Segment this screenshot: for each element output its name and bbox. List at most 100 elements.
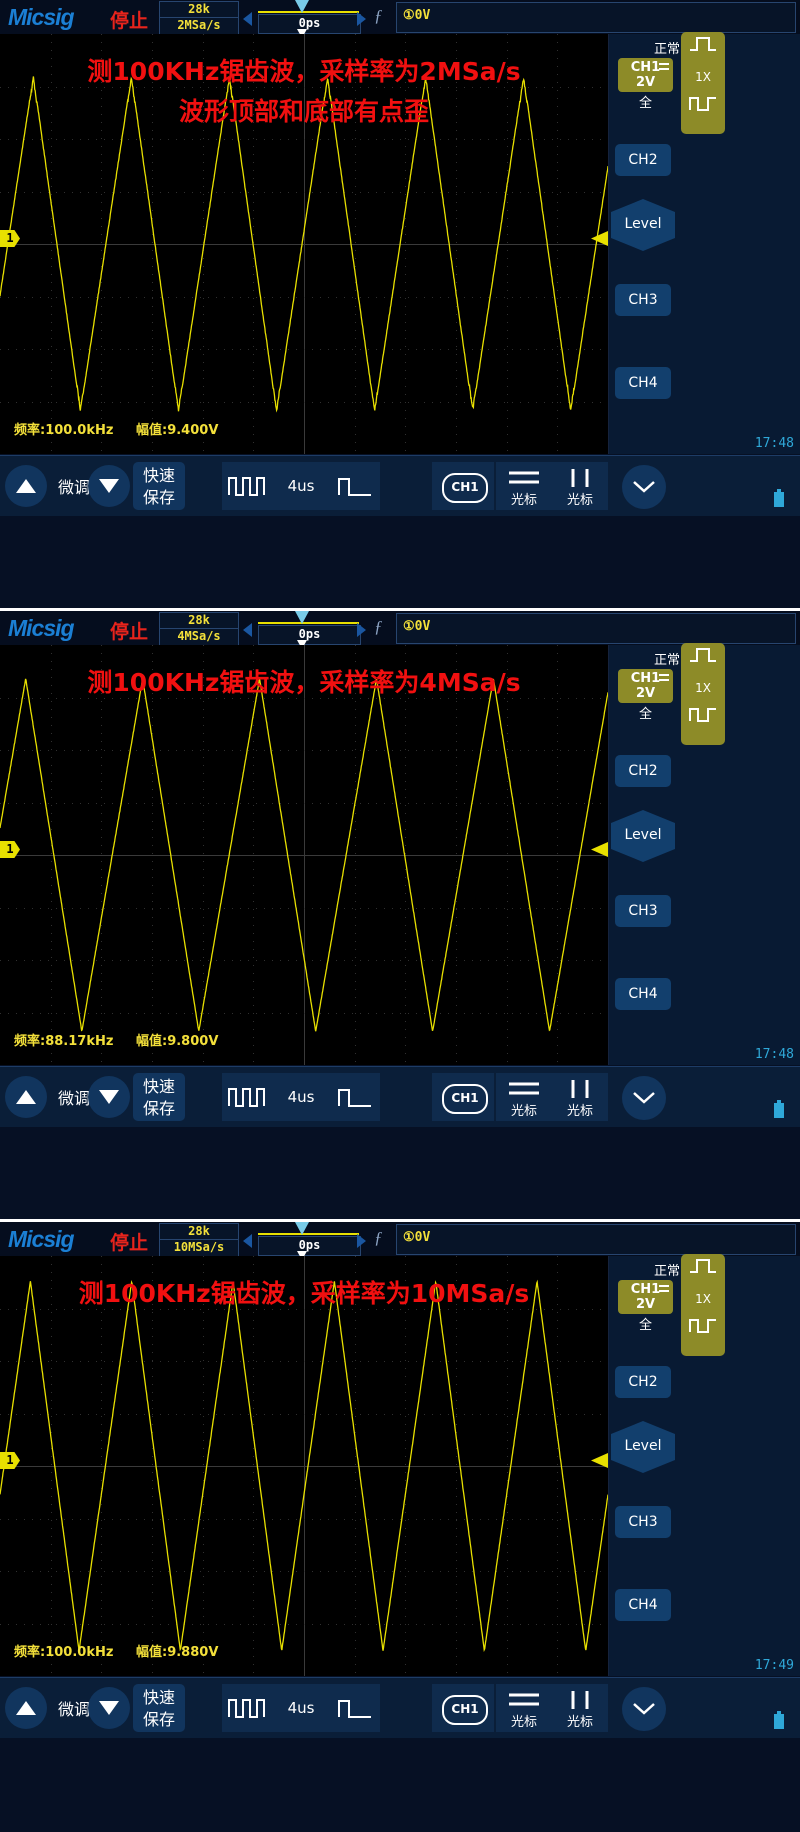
timebase-value-button[interactable]: 4us bbox=[272, 462, 331, 510]
function-icon[interactable]: ƒ bbox=[374, 617, 383, 637]
measurement-frequency: 频率:100.0kHz bbox=[14, 419, 113, 438]
single-pulse-button[interactable] bbox=[330, 1073, 380, 1121]
sample-rate-value: 4MSa/s bbox=[160, 629, 238, 644]
horizontal-cursor-button[interactable]: 光标 bbox=[496, 1073, 552, 1121]
ch2-button[interactable]: CH2 bbox=[615, 1366, 671, 1398]
scroll-right-icon[interactable] bbox=[357, 623, 366, 637]
ch2-button[interactable]: CH2 bbox=[615, 144, 671, 176]
expand-toolbar-button[interactable] bbox=[622, 465, 666, 509]
trigger-level-button[interactable]: Level bbox=[611, 1421, 675, 1473]
probe-attenuation-control[interactable]: 1X bbox=[681, 643, 725, 745]
decrease-button[interactable] bbox=[88, 1687, 130, 1729]
bandwidth-label[interactable]: 全 bbox=[618, 1314, 673, 1333]
function-icon[interactable]: ƒ bbox=[374, 1228, 383, 1248]
ch2-button[interactable]: CH2 bbox=[615, 755, 671, 787]
timebase-value-button[interactable]: 4us bbox=[272, 1073, 331, 1121]
horizontal-cursor-button[interactable]: 光标 bbox=[496, 1684, 552, 1732]
trigger-info-box[interactable]: ①0V bbox=[396, 1224, 796, 1255]
quick-save-button[interactable]: 快速 保存 bbox=[133, 1073, 185, 1121]
vertical-cursor-button[interactable]: 光标 bbox=[552, 462, 608, 510]
probe-attenuation-control[interactable]: 1X bbox=[681, 32, 725, 134]
run-state-label[interactable]: 停止 bbox=[110, 6, 148, 33]
pulse-icon bbox=[689, 34, 717, 52]
waveform-display[interactable]: 1 测100KHz锯齿波，采样率为4MSa/s 频率:88.17kHz 幅值:9… bbox=[0, 645, 609, 1065]
ch1-button[interactable]: CH1 2V bbox=[618, 669, 673, 703]
single-pulse-button[interactable] bbox=[330, 1684, 380, 1732]
ch3-button[interactable]: CH3 bbox=[615, 895, 671, 927]
memory-sample-block[interactable]: 28k 2MSa/s bbox=[159, 1, 239, 35]
expand-toolbar-button[interactable] bbox=[622, 1076, 666, 1120]
probe-ratio-label: 1X bbox=[681, 1288, 725, 1310]
channel-chip: CH1 bbox=[442, 473, 488, 503]
probe-ratio-label: 1X bbox=[681, 677, 725, 699]
level-label: Level bbox=[611, 216, 675, 232]
bandwidth-label[interactable]: 全 bbox=[618, 92, 673, 111]
scroll-left-icon[interactable] bbox=[243, 623, 252, 637]
increase-button[interactable] bbox=[5, 1687, 47, 1729]
sample-rate-value: 10MSa/s bbox=[160, 1240, 238, 1255]
decrease-button[interactable] bbox=[88, 465, 130, 507]
ch4-button[interactable]: CH4 bbox=[615, 978, 671, 1010]
coupling-dc-icon bbox=[659, 63, 669, 65]
expand-toolbar-button[interactable] bbox=[622, 1687, 666, 1731]
annotation-text: 波形顶部和底部有点歪 bbox=[179, 92, 429, 128]
scroll-right-icon[interactable] bbox=[357, 12, 366, 26]
trigger-level-button[interactable]: Level bbox=[611, 199, 675, 251]
time-offset-box[interactable]: 0ps bbox=[258, 14, 361, 34]
waveform-type-button[interactable] bbox=[222, 1073, 273, 1121]
edge-fall-segment[interactable] bbox=[681, 705, 725, 739]
scroll-right-icon[interactable] bbox=[357, 1234, 366, 1248]
horizontal-cursor-button[interactable]: 光标 bbox=[496, 462, 552, 510]
decrease-button[interactable] bbox=[88, 1076, 130, 1118]
scroll-left-icon[interactable] bbox=[243, 12, 252, 26]
quick-save-button[interactable]: 快速 保存 bbox=[133, 1684, 185, 1732]
single-pulse-button[interactable] bbox=[330, 462, 380, 510]
vertical-cursor-button[interactable]: 光标 bbox=[552, 1684, 608, 1732]
channel-select-button[interactable]: CH1 bbox=[432, 1073, 494, 1121]
increase-button[interactable] bbox=[5, 1076, 47, 1118]
ch1-label: CH1 bbox=[631, 60, 660, 75]
waveform-type-button[interactable] bbox=[222, 462, 273, 510]
ch4-button[interactable]: CH4 bbox=[615, 367, 671, 399]
brand-logo: Micsig bbox=[8, 615, 74, 642]
waveform-display[interactable]: 1 测100KHz锯齿波，采样率为10MSa/s 频率:100.0kHz 幅值:… bbox=[0, 1256, 609, 1676]
run-state-label[interactable]: 停止 bbox=[110, 617, 148, 644]
trigger-info-box[interactable]: ①0V bbox=[396, 613, 796, 644]
function-icon[interactable]: ƒ bbox=[374, 6, 383, 26]
channel-select-button[interactable]: CH1 bbox=[432, 462, 494, 510]
ch1-button[interactable]: CH1 2V bbox=[618, 1280, 673, 1314]
run-state-label[interactable]: 停止 bbox=[110, 1228, 148, 1255]
probe-attenuation-control[interactable]: 1X bbox=[681, 1254, 725, 1356]
ch3-button[interactable]: CH3 bbox=[615, 1506, 671, 1538]
waveform-type-button[interactable] bbox=[222, 1684, 273, 1732]
time-offset-box[interactable]: 0ps bbox=[258, 1236, 361, 1256]
timebase-value-button[interactable]: 4us bbox=[272, 1684, 331, 1732]
edge-fall-segment[interactable] bbox=[681, 94, 725, 128]
ch1-scale-label: 2V bbox=[636, 1297, 655, 1312]
oscilloscope-panel-1: Micsig 停止 28k 2MSa/s 0ps ƒ ①0V 1 测100KHz… bbox=[0, 0, 800, 608]
time-offset-box[interactable]: 0ps bbox=[258, 625, 361, 645]
waveform-display[interactable]: 1 测100KHz锯齿波，采样率为2MSa/s 波形顶部和底部有点歪 频率:100… bbox=[0, 34, 609, 454]
trigger-info-value: ①0V bbox=[403, 8, 430, 23]
edge-rise-segment[interactable] bbox=[681, 34, 725, 68]
ch4-button[interactable]: CH4 bbox=[615, 1589, 671, 1621]
edge-fall-segment[interactable] bbox=[681, 1316, 725, 1350]
quick-save-button[interactable]: 快速 保存 bbox=[133, 462, 185, 510]
increase-button[interactable] bbox=[5, 465, 47, 507]
edge-rise-segment[interactable] bbox=[681, 1256, 725, 1290]
ch3-button[interactable]: CH3 bbox=[615, 284, 671, 316]
bandwidth-label[interactable]: 全 bbox=[618, 703, 673, 722]
memory-sample-block[interactable]: 28k 10MSa/s bbox=[159, 1223, 239, 1257]
edge-rise-segment[interactable] bbox=[681, 645, 725, 679]
square-wave-icon bbox=[227, 1084, 267, 1110]
chevron-down-icon bbox=[632, 480, 656, 494]
memory-sample-block[interactable]: 28k 4MSa/s bbox=[159, 612, 239, 646]
ch1-button[interactable]: CH1 2V bbox=[618, 58, 673, 92]
trigger-info-box[interactable]: ①0V bbox=[396, 2, 796, 33]
trigger-level-button[interactable]: Level bbox=[611, 810, 675, 862]
vertical-cursor-button[interactable]: 光标 bbox=[552, 1073, 608, 1121]
channel-select-button[interactable]: CH1 bbox=[432, 1684, 494, 1732]
scroll-left-icon[interactable] bbox=[243, 1234, 252, 1248]
memory-depth-value: 28k bbox=[160, 2, 238, 18]
level-label: Level bbox=[611, 827, 675, 843]
